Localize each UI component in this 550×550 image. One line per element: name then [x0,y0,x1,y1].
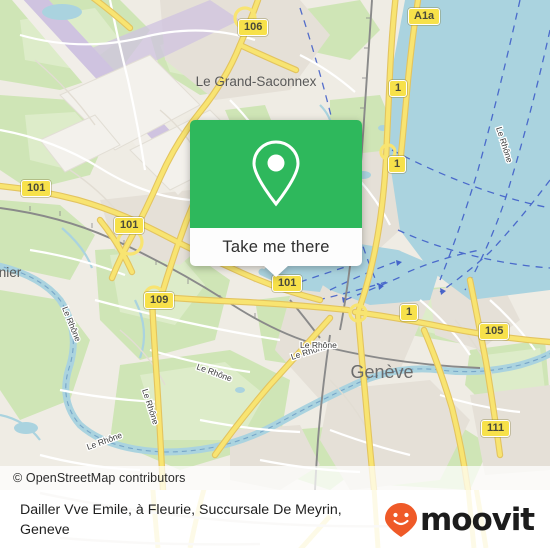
place-title: Dailler Vve Emile, à Fleurie, Succursale… [20,502,342,538]
take-me-there-label: Take me there [222,237,330,256]
callout-tail-pointer [263,265,289,277]
map-pin-icon [252,140,300,207]
road-shield: 1 [389,80,408,97]
road-shield: 111 [481,420,511,437]
moovit-logo[interactable]: moovit [384,502,550,538]
road-shield: 101 [114,217,145,234]
callout-action-bar[interactable]: Take me there [190,228,362,277]
moovit-wordmark: moovit [420,501,535,538]
road-shield: A1a [408,8,441,25]
map-place-label: Le Grand-Saconnex [196,74,317,89]
callout-image-area [190,120,362,228]
road-shield: 1 [400,304,419,321]
footer-bar: Dailler Vve Emile, à Fleurie, Succursale… [0,490,550,550]
road-shield: 101 [272,275,303,292]
attribution-text: © OpenStreetMap contributors [13,471,186,485]
road-shield: 106 [238,19,269,36]
map-place-label: Genève [350,362,413,382]
map-place-label: nier [0,265,22,280]
map-attribution[interactable]: © OpenStreetMap contributors [0,466,550,490]
road-shield: 101 [21,180,52,197]
take-me-there-callout[interactable]: Take me there [190,120,362,277]
road-shield: 1 [388,156,407,173]
road-shield: 109 [144,292,175,309]
moovit-smile-pin-icon [385,503,418,537]
road-shield: 105 [479,323,510,340]
moovit-map-screenshot: Le Rhône Le Rhône Le Rhône Le Rhône Le Rhône… [0,0,550,550]
map-water-label: Le Rhône [300,340,337,350]
